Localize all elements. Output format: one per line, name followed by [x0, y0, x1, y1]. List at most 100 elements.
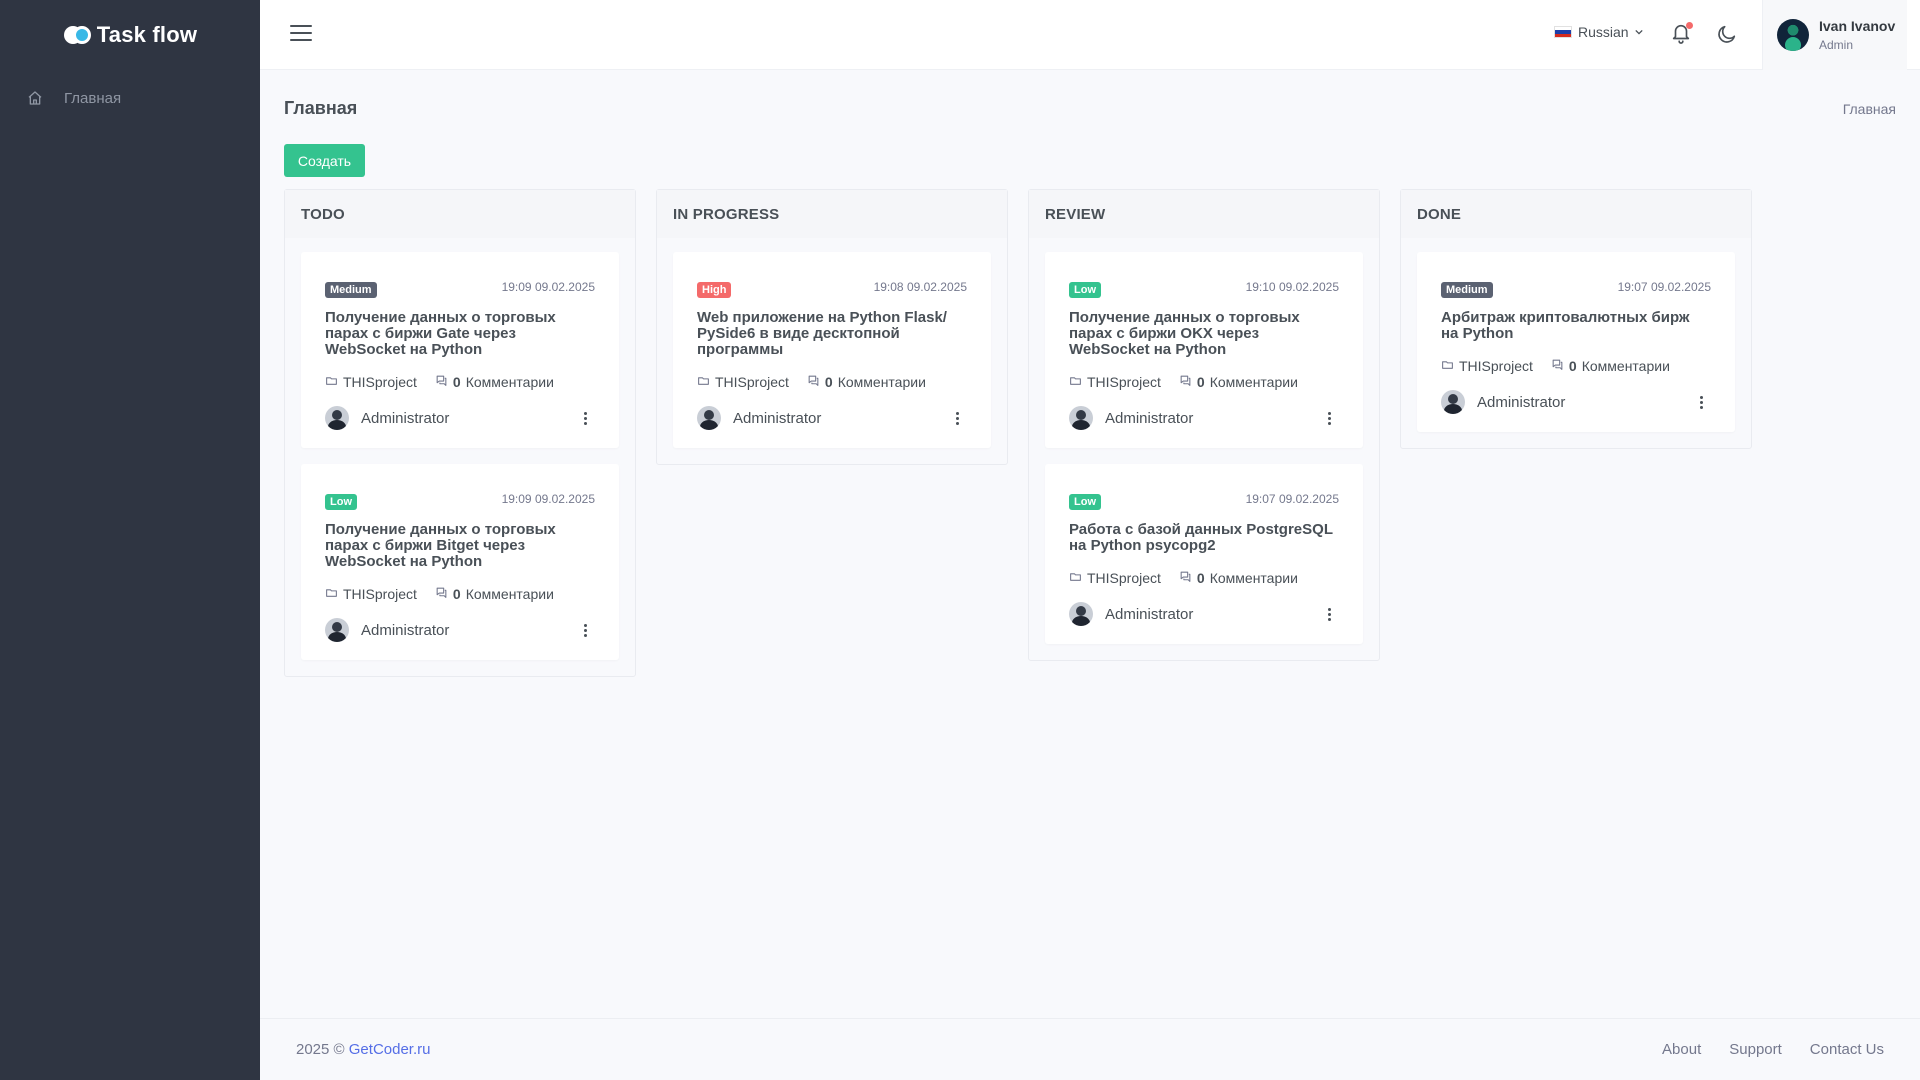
comments-count: 0	[452, 586, 461, 602]
comments-label: Комментарии	[837, 374, 926, 390]
folder-icon	[325, 586, 338, 602]
home-icon	[28, 91, 42, 105]
task-project: THISproject	[325, 374, 417, 390]
task-comments[interactable]: 0 Комментарии	[807, 374, 926, 390]
column-title: IN PROGRESS	[657, 190, 1007, 238]
assignee-name: Administrator	[361, 621, 450, 639]
language-selector[interactable]: Russian	[1554, 24, 1643, 40]
task-assignee: Administrator	[1069, 602, 1193, 626]
comments-count: 0	[824, 374, 833, 390]
task-timestamp: 19:07 09.02.2025	[1245, 492, 1339, 506]
assignee-name: Administrator	[1105, 409, 1194, 427]
user-role: Admin	[1819, 38, 1854, 52]
task-assignee: Administrator	[325, 406, 449, 430]
comments-label: Комментарии	[465, 586, 554, 602]
task-assignee: Administrator	[325, 618, 449, 642]
task-assignee: Administrator	[1069, 406, 1193, 430]
comment-icon	[1179, 374, 1192, 390]
column-title: TODO	[285, 190, 635, 238]
assignee-name: Administrator	[1477, 393, 1566, 411]
task-project: THISproject	[1069, 374, 1161, 390]
site-link[interactable]: GetCoder.ru	[349, 1041, 431, 1058]
task-timestamp: 19:09 09.02.2025	[501, 492, 595, 506]
task-title[interactable]: Web приложение на Python Flask/ PySide6 …	[697, 310, 967, 358]
kanban-column: IN PROGRESS High 19:08 09.02.2025 Web пр…	[656, 189, 1008, 465]
top-header: Russian Ivan Ivanov Admin	[260, 0, 1920, 70]
card-list: High 19:08 09.02.2025 Web приложение на …	[673, 252, 991, 448]
card-list: Medium 19:07 09.02.2025 Арбитраж криптов…	[1417, 252, 1735, 432]
footer-links: About Support Contact Us	[1662, 1041, 1884, 1058]
assignee-avatar	[1441, 390, 1465, 414]
menu-toggle-icon[interactable]	[290, 25, 312, 43]
footer-link-about[interactable]: About	[1662, 1041, 1701, 1058]
user-menu[interactable]: Ivan Ivanov Admin	[1762, 0, 1907, 70]
copyright-text: 2025 ©	[296, 1041, 345, 1058]
project-name: THISproject	[343, 374, 417, 390]
project-name: THISproject	[1459, 358, 1533, 374]
comments-count: 0	[1568, 358, 1577, 374]
task-timestamp: 19:07 09.02.2025	[1617, 280, 1711, 294]
task-project: THISproject	[1069, 570, 1161, 586]
card-list: Medium 19:09 09.02.2025 Получение данных…	[301, 252, 619, 660]
assignee-avatar	[1069, 406, 1093, 430]
folder-icon	[325, 374, 338, 390]
task-card[interactable]: Medium 19:07 09.02.2025 Арбитраж криптов…	[1417, 252, 1735, 432]
more-options-icon[interactable]	[575, 408, 595, 428]
breadcrumb[interactable]: Главная	[1843, 101, 1896, 117]
priority-badge: Medium	[1441, 282, 1493, 298]
task-card[interactable]: Medium 19:09 09.02.2025 Получение данных…	[301, 252, 619, 448]
create-button[interactable]: Создать	[284, 144, 365, 177]
task-title[interactable]: Работа с базой данных PostgreSQL на Pyth…	[1069, 522, 1339, 554]
sidebar-item-home[interactable]: Главная	[0, 80, 260, 116]
task-comments[interactable]: 0 Комментарии	[435, 374, 554, 390]
priority-badge: Low	[1069, 494, 1101, 510]
footer-link-contact[interactable]: Contact Us	[1810, 1041, 1884, 1058]
task-timestamp: 19:10 09.02.2025	[1245, 280, 1339, 294]
project-name: THISproject	[715, 374, 789, 390]
project-name: THISproject	[1087, 570, 1161, 586]
priority-badge: Low	[1069, 282, 1101, 298]
comments-count: 0	[1196, 374, 1205, 390]
assignee-avatar	[325, 618, 349, 642]
notifications-button[interactable]	[1670, 22, 1694, 46]
task-title[interactable]: Получение данных о торговых парах с бирж…	[1069, 310, 1339, 358]
project-name: THISproject	[1087, 374, 1161, 390]
more-options-icon[interactable]	[1319, 604, 1339, 624]
task-card[interactable]: Low 19:10 09.02.2025 Получение данных о …	[1045, 252, 1363, 448]
task-title[interactable]: Получение данных о торговых парах с бирж…	[325, 310, 595, 358]
logo-icon	[63, 24, 95, 46]
theme-toggle-button[interactable]	[1716, 23, 1738, 45]
chevron-down-icon	[1634, 29, 1643, 35]
column-title: REVIEW	[1029, 190, 1379, 238]
column-title: DONE	[1401, 190, 1751, 238]
more-options-icon[interactable]	[1319, 408, 1339, 428]
comment-icon	[1179, 570, 1192, 586]
comment-icon	[807, 374, 820, 390]
app-logo[interactable]: Task flow	[0, 0, 260, 70]
comments-label: Комментарии	[1581, 358, 1670, 374]
more-options-icon[interactable]	[1691, 392, 1711, 412]
task-title[interactable]: Арбитраж криптовалютных бирж на Python	[1441, 310, 1711, 342]
task-comments[interactable]: 0 Комментарии	[435, 586, 554, 602]
more-options-icon[interactable]	[575, 620, 595, 640]
comment-icon	[435, 586, 448, 602]
language-label: Russian	[1578, 24, 1629, 40]
task-comments[interactable]: 0 Комментарии	[1551, 358, 1670, 374]
comments-label: Комментарии	[1209, 570, 1298, 586]
more-options-icon[interactable]	[947, 408, 967, 428]
footer: 2025 © GetCoder.ru About Support Contact…	[260, 1018, 1920, 1080]
user-name: Ivan Ivanov	[1819, 18, 1896, 34]
task-title[interactable]: Получение данных о торговых парах с бирж…	[325, 522, 595, 570]
notification-dot	[1686, 22, 1693, 29]
assignee-avatar	[325, 406, 349, 430]
assignee-name: Administrator	[1105, 605, 1194, 623]
kanban-column: TODO Medium 19:09 09.02.2025 Получение д…	[284, 189, 636, 677]
task-comments[interactable]: 0 Комментарии	[1179, 570, 1298, 586]
task-project: THISproject	[325, 586, 417, 602]
task-assignee: Administrator	[1441, 390, 1565, 414]
task-card[interactable]: Low 19:07 09.02.2025 Работа с базой данн…	[1045, 464, 1363, 644]
task-comments[interactable]: 0 Комментарии	[1179, 374, 1298, 390]
task-card[interactable]: High 19:08 09.02.2025 Web приложение на …	[673, 252, 991, 448]
footer-link-support[interactable]: Support	[1729, 1041, 1782, 1058]
task-card[interactable]: Low 19:09 09.02.2025 Получение данных о …	[301, 464, 619, 660]
